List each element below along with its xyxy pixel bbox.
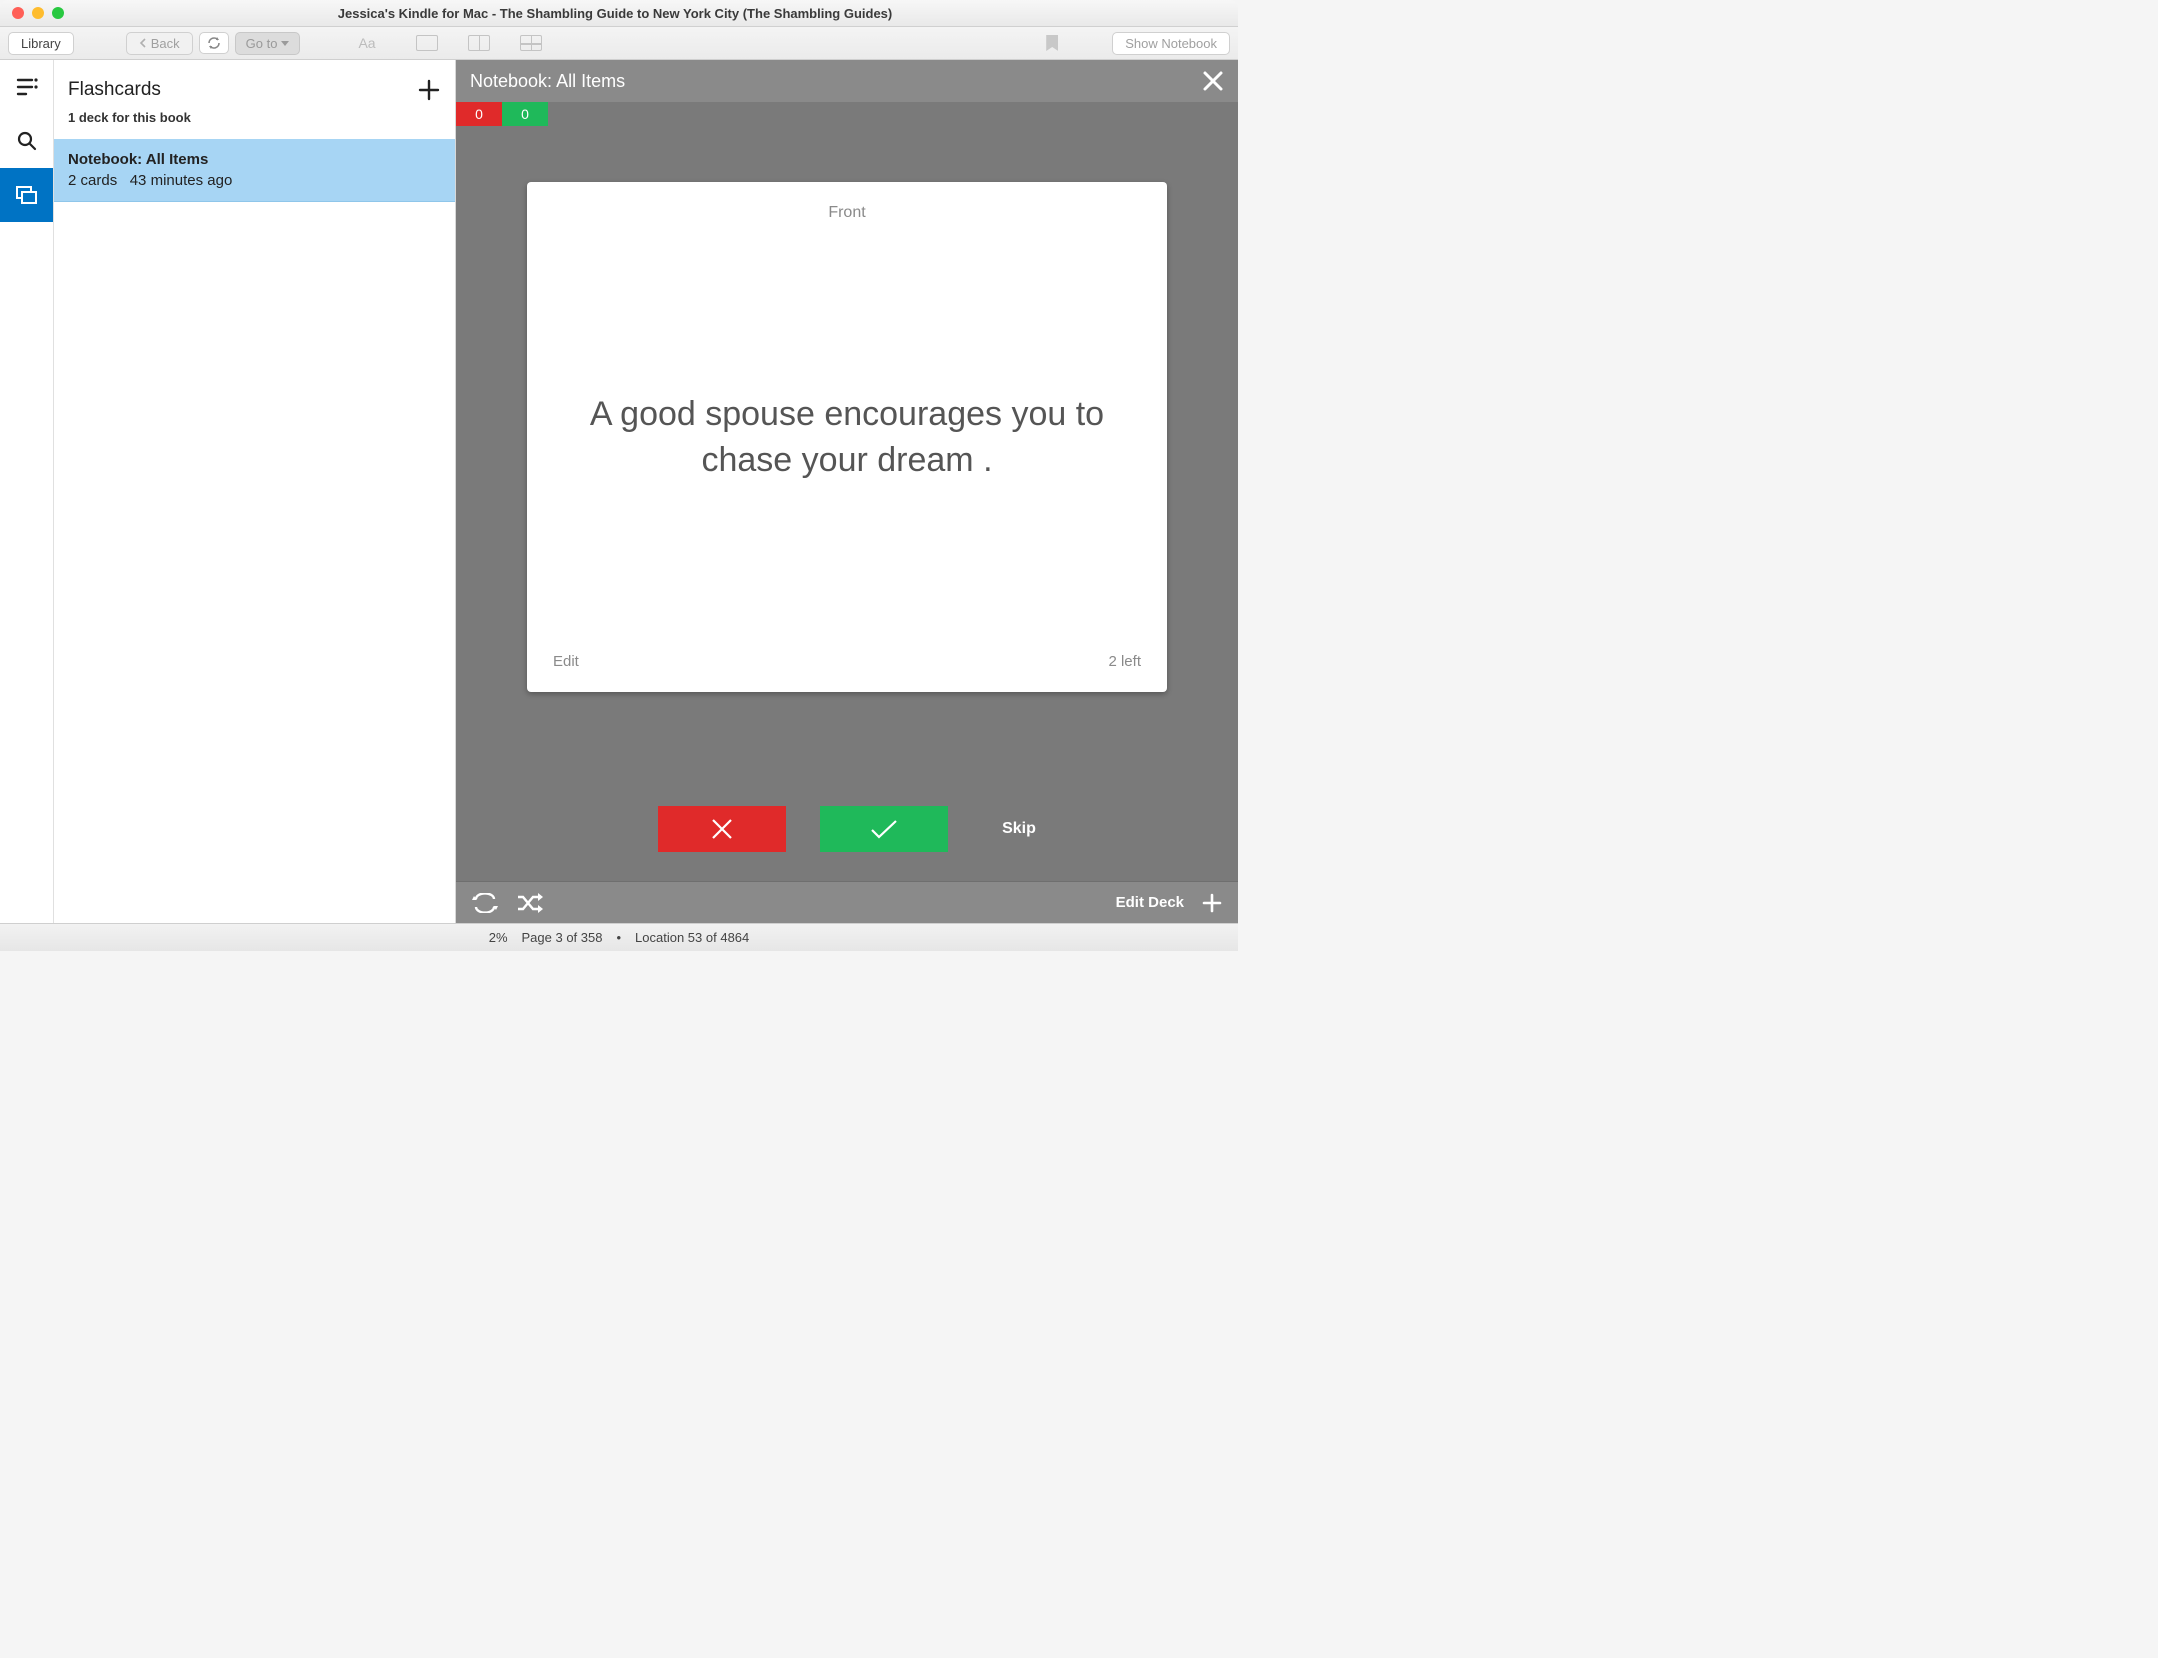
x-icon (708, 815, 736, 843)
status-page: Page 3 of 358 (522, 930, 603, 945)
flashcards-icon (15, 185, 39, 205)
shuffle-deck-button[interactable] (516, 893, 544, 913)
deck-count-label: 1 deck for this book (54, 110, 455, 139)
goto-label: Go to (246, 36, 278, 51)
score-counters: 0 0 (456, 102, 1238, 126)
library-button[interactable]: Library (8, 32, 74, 55)
skip-button[interactable]: Skip (1002, 820, 1036, 838)
flashcards-title: Flashcards (68, 79, 161, 101)
status-location: Location 53 of 4864 (635, 930, 749, 945)
edit-deck-button[interactable]: Edit Deck (1116, 894, 1184, 911)
view-split-button[interactable] (456, 32, 502, 54)
show-notebook-button[interactable]: Show Notebook (1112, 32, 1230, 55)
flashcard-main: Notebook: All Items 0 0 Front A good spo… (456, 60, 1238, 923)
restart-deck-button[interactable] (472, 893, 498, 913)
deck-item[interactable]: Notebook: All Items 2 cards 43 minutes a… (54, 139, 455, 202)
answer-actions: Skip (456, 777, 1238, 881)
close-icon (1202, 70, 1224, 92)
close-flashcards-button[interactable] (1202, 70, 1224, 92)
plus-icon (417, 78, 441, 102)
flashcards-panel: Flashcards 1 deck for this book Notebook… (54, 60, 456, 923)
grid-icon (520, 35, 542, 51)
chevron-down-icon (281, 41, 289, 46)
back-label: Back (151, 36, 180, 51)
toolbar: Library Back Go to Aa Show Notebook (0, 27, 1238, 60)
bookmark-button[interactable] (1034, 32, 1070, 54)
window-title: Jessica's Kindle for Mac - The Shambling… (64, 6, 1166, 21)
view-grid-button[interactable] (508, 32, 554, 54)
minimize-window-button[interactable] (32, 7, 44, 19)
cards-remaining: 2 left (1108, 653, 1141, 670)
window-controls (0, 7, 64, 19)
goto-dropdown[interactable]: Go to (235, 32, 301, 55)
search-icon (17, 131, 37, 151)
status-percent: 2% (489, 930, 508, 945)
card-text: A good spouse encourages you to chase yo… (553, 222, 1141, 653)
check-icon (868, 817, 900, 841)
search-tab[interactable] (0, 114, 53, 168)
left-iconbar (0, 60, 54, 923)
flashcard-header: Notebook: All Items (456, 60, 1238, 102)
single-page-icon (416, 35, 438, 51)
mark-correct-button[interactable] (820, 806, 948, 852)
font-size-button[interactable]: Aa (352, 32, 381, 54)
add-card-button[interactable] (1202, 893, 1222, 913)
incorrect-count: 0 (456, 102, 502, 126)
back-button[interactable]: Back (126, 32, 193, 55)
list-icon (16, 78, 38, 96)
card-side-label: Front (553, 204, 1141, 222)
two-page-icon (468, 35, 490, 51)
sync-button[interactable] (199, 32, 229, 54)
plus-icon (1202, 893, 1222, 913)
edit-card-button[interactable]: Edit (553, 653, 579, 670)
loop-icon (472, 893, 498, 913)
view-single-button[interactable] (404, 32, 450, 54)
deck-header-title: Notebook: All Items (470, 71, 625, 92)
close-window-button[interactable] (12, 7, 24, 19)
shuffle-icon (516, 893, 544, 913)
titlebar: Jessica's Kindle for Mac - The Shambling… (0, 0, 1238, 27)
correct-count: 0 (502, 102, 548, 126)
flashcard[interactable]: Front A good spouse encourages you to ch… (527, 182, 1167, 692)
mark-wrong-button[interactable] (658, 806, 786, 852)
toc-tab[interactable] (0, 60, 53, 114)
bookmark-icon (1046, 35, 1058, 51)
status-bar: 2% Page 3 of 358 • Location 53 of 4864 (0, 923, 1238, 951)
zoom-window-button[interactable] (52, 7, 64, 19)
deck-meta: 2 cards 43 minutes ago (68, 172, 441, 189)
sync-icon (206, 36, 222, 50)
deck-toolbar: Edit Deck (456, 881, 1238, 923)
deck-name: Notebook: All Items (68, 151, 441, 168)
add-deck-button[interactable] (417, 78, 441, 102)
flashcards-tab[interactable] (0, 168, 53, 222)
